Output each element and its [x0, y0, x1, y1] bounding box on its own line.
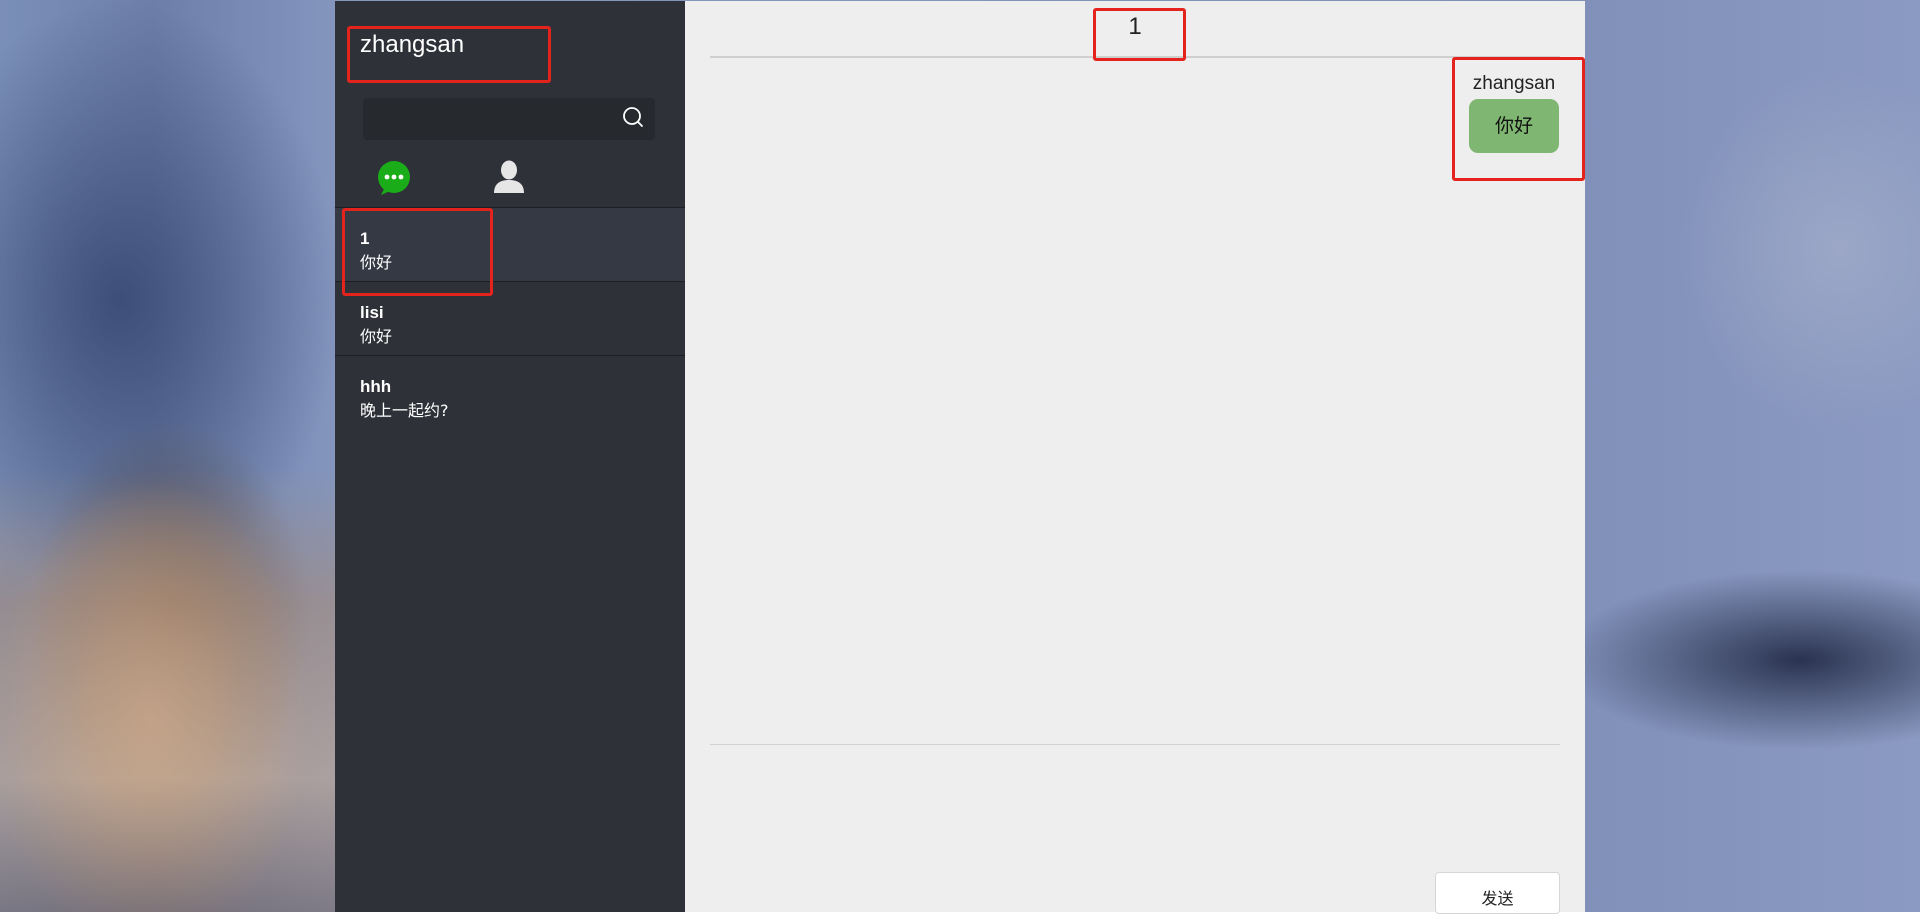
title-divider: [710, 56, 1560, 58]
session-last-message: 晚上一起约?: [360, 401, 449, 420]
sidebar: zhangsan 1 你好 lisi 你好 hhh 晚上一起约?: [335, 1, 685, 912]
background-photo-blur: [0, 470, 336, 912]
session-name: lisi: [360, 303, 384, 322]
search-input[interactable]: [363, 98, 611, 140]
chat-bubble-icon: [375, 161, 413, 201]
session-item[interactable]: 1 你好: [335, 207, 685, 281]
search-icon: [621, 105, 645, 133]
session-item[interactable]: lisi 你好: [335, 281, 685, 355]
session-name: 1: [360, 229, 370, 248]
nav-tab-contacts[interactable]: [491, 159, 527, 195]
nav-tab-chat[interactable]: [375, 159, 413, 197]
session-last-message: 你好: [360, 327, 393, 346]
message-sender: zhangsan: [1472, 73, 1556, 94]
message-input[interactable]: [710, 751, 1564, 865]
session-list: 1 你好 lisi 你好 hhh 晚上一起约?: [335, 207, 685, 429]
session-name: hhh: [360, 377, 392, 396]
session-item[interactable]: hhh 晚上一起约?: [335, 355, 685, 429]
chat-panel: 1 zhangsan 你好 发送: [685, 1, 1585, 914]
input-divider: [710, 744, 1560, 745]
message-bubble: 你好: [1469, 99, 1559, 153]
person-icon: [491, 160, 527, 199]
session-last-message: 你好: [360, 253, 393, 272]
current-user-name: zhangsan: [360, 31, 465, 58]
send-button[interactable]: 发送: [1435, 872, 1560, 914]
message-item: zhangsan 你好: [1469, 73, 1559, 153]
chat-title: 1: [1128, 13, 1142, 40]
chat-app-window: zhangsan 1 你好 lisi 你好 hhh 晚上一起约? 1 zhang…: [335, 1, 1585, 914]
search-button[interactable]: [611, 98, 655, 140]
sidebar-nav: [335, 151, 685, 207]
